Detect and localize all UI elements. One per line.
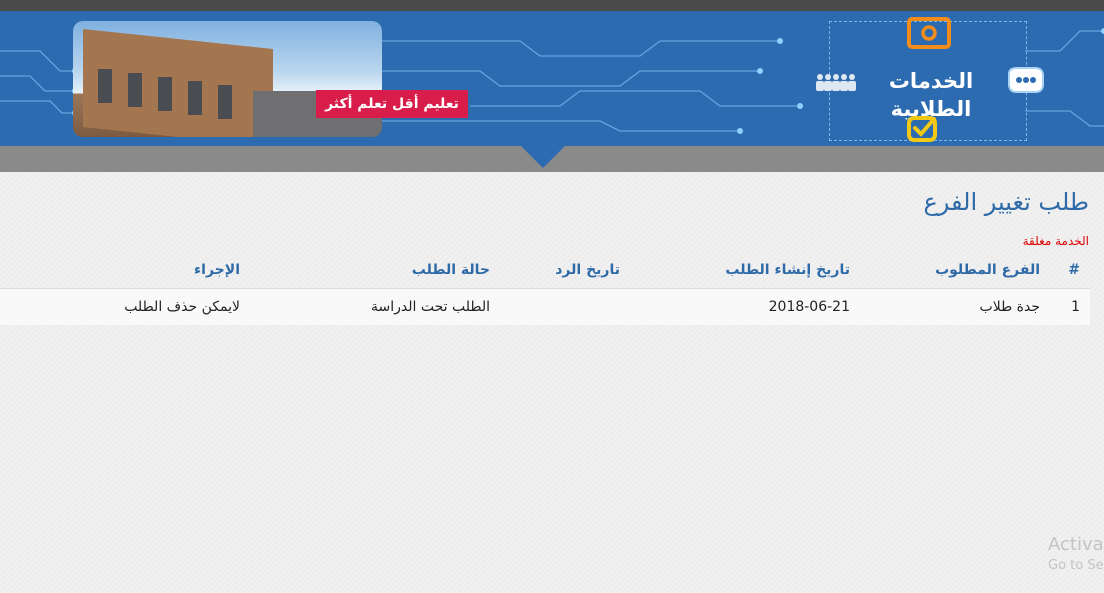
header-status: حالة الطلب [411, 262, 490, 278]
campus-building-photo [73, 21, 382, 137]
window [218, 85, 232, 119]
header-banner: تعليم أقل تعلم أكثر الخدمات الطلابية [0, 11, 1104, 146]
header-notch-pointer [521, 146, 565, 168]
cell-status: الطلب تحت الدراسة [371, 299, 490, 315]
window [158, 77, 172, 111]
requests-table: # الفرع المطلوب تاريخ إنشاء الطلب تاريخ … [0, 253, 1090, 325]
header-created-date: تاريخ إنشاء الطلب [725, 262, 850, 278]
cell-action: لايمكن حذف الطلب [124, 299, 240, 315]
activation-watermark: Activat [1048, 534, 1104, 555]
header-branch: الفرع المطلوب [935, 262, 1040, 278]
header-reply-date: تاريخ الرد [555, 262, 620, 278]
checkbox-icon [907, 116, 937, 142]
chat-bubble-icon [1008, 67, 1044, 93]
header-num: # [1068, 262, 1080, 278]
table-row: 1 جدة طلاب 2018-06-21 الطلب تحت الدراسة … [0, 289, 1090, 325]
window [128, 73, 142, 107]
table-header-row: # الفرع المطلوب تاريخ إنشاء الطلب تاريخ … [0, 253, 1090, 289]
slogan-banner: تعليم أقل تعلم أكثر [316, 90, 468, 118]
cell-branch: جدة طلاب [979, 299, 1040, 315]
page-title: طلب تغيير الفرع [923, 188, 1089, 216]
service-status-notice: الخدمة مغلقة [1022, 234, 1089, 248]
activation-watermark-sub: Go to Se [1048, 558, 1104, 573]
browser-top-strip [0, 0, 1104, 11]
window [98, 69, 112, 103]
window [188, 81, 202, 115]
people-group-icon [816, 74, 856, 91]
at-sign-icon [907, 17, 951, 49]
cell-created-date: 2018-06-21 [768, 299, 850, 315]
header-action: الإجراء [194, 262, 240, 278]
cell-num: 1 [1071, 299, 1080, 315]
